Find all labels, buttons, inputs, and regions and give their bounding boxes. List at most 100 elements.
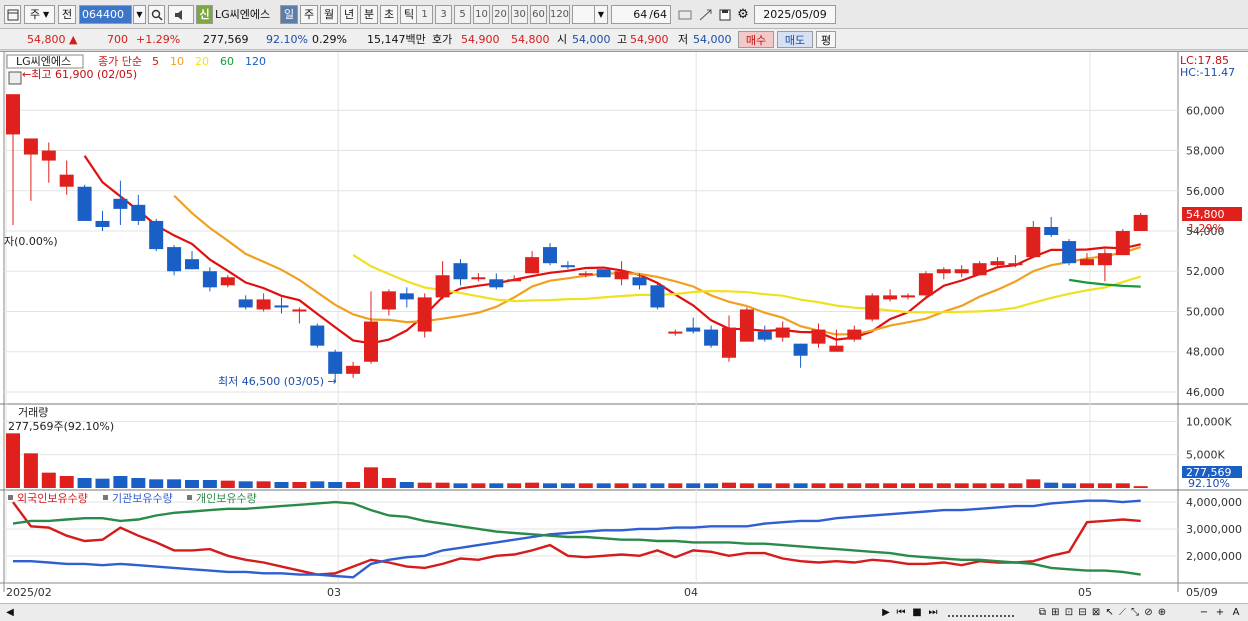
volume-bar [1026, 479, 1041, 488]
interval-tab-3[interactable]: 3 [435, 5, 452, 24]
zoom-slider[interactable] [948, 605, 1014, 617]
volume-bar [775, 483, 790, 488]
bookmark-icon[interactable] [676, 5, 694, 24]
period-tab-4[interactable]: 분 [360, 5, 378, 24]
candle-body [113, 198, 128, 209]
search-icon[interactable] [148, 5, 165, 24]
x-label-0: 2025/02 [6, 586, 52, 599]
drawing-icon[interactable] [697, 5, 715, 24]
interval-tab-10[interactable]: 10 [473, 5, 490, 24]
volume-bar [238, 481, 253, 488]
stop-icon[interactable]: ■ [910, 605, 924, 620]
volume-bar [310, 481, 325, 488]
zoom-in-icon[interactable]: + [1214, 605, 1226, 620]
volume-tick-0: 10,000K [1186, 415, 1232, 428]
period-tab-2[interactable]: 월 [320, 5, 338, 24]
stock-name: LG씨엔에스 [215, 8, 271, 21]
candle-body [632, 277, 647, 286]
holding-title-1: 기관보유수량 [112, 492, 173, 505]
candle-body [650, 285, 665, 308]
interval-tab-20[interactable]: 20 [492, 5, 509, 24]
gear-icon[interactable]: ⚙ [734, 5, 752, 24]
candle-body [310, 325, 325, 346]
change-pct: +1.29% [136, 33, 181, 46]
period-tab-5[interactable]: 초 [380, 5, 398, 24]
volume-bar [41, 472, 56, 488]
candle-body [901, 295, 915, 298]
calendar-icon [8, 71, 22, 85]
speaker-icon[interactable] [168, 5, 194, 24]
high-price: 54,900 [630, 33, 669, 46]
candle-body [364, 321, 378, 362]
holding-tick-0: 4,000,000 [1186, 496, 1242, 509]
interval-tab-30[interactable]: 30 [511, 5, 528, 24]
volume-title: 거래량 [18, 406, 48, 419]
candle-body [811, 329, 826, 344]
interval-tab-120[interactable]: 120 [549, 5, 570, 24]
volume-bar [1044, 482, 1059, 488]
volume-bar [704, 483, 719, 488]
buy-button[interactable]: 매수 [738, 31, 774, 48]
candle-body [1080, 259, 1094, 266]
count-input[interactable]: 64/64 [611, 5, 671, 24]
save-icon[interactable] [716, 5, 734, 24]
interval-dropdown[interactable]: ▼ [594, 5, 608, 24]
stock-code-input[interactable]: 064400 [79, 5, 132, 24]
candle-body [471, 277, 486, 280]
candle-body [793, 343, 808, 356]
volume-bar [149, 479, 164, 488]
interval-tab-1[interactable]: 1 [416, 5, 433, 24]
volume-bar [811, 483, 826, 488]
period-tab-0[interactable]: 일 [280, 5, 298, 24]
stock-chart[interactable]: 60,00058,00056,00054,00052,00050,00048,0… [0, 52, 1248, 604]
candle-body [936, 269, 951, 274]
code-dropdown[interactable]: ▼ [133, 5, 146, 24]
candle-body [596, 269, 611, 278]
period-type-label: 주 [29, 8, 40, 21]
candle-body [775, 327, 790, 338]
prev-select[interactable]: 전 [58, 5, 76, 24]
volume-bar [131, 478, 146, 488]
volume-bar [274, 482, 289, 488]
candle-body [274, 305, 289, 308]
interval-tab-5[interactable]: 5 [454, 5, 471, 24]
holding-marker [187, 495, 192, 500]
period-tab-3[interactable]: 년 [340, 5, 358, 24]
volume-bar [650, 483, 665, 488]
candle-body [149, 220, 164, 250]
font-size-icon[interactable]: A [1230, 605, 1242, 620]
volume-bar [507, 483, 522, 488]
interval-tab-60[interactable]: 60 [530, 5, 547, 24]
volume-bar [543, 483, 557, 488]
date-input[interactable]: 2025/05/09 [754, 5, 836, 24]
volume-bar [883, 483, 898, 488]
volume-bar [847, 483, 862, 488]
candle-body [614, 271, 629, 280]
first-icon[interactable]: ⏮ [894, 605, 908, 620]
period-type-select[interactable]: 주 ▼ [24, 5, 55, 24]
candle-body [1133, 214, 1148, 231]
candle-body [1026, 226, 1041, 258]
eval-button[interactable]: 평 [816, 31, 836, 48]
x-label-1: 03 [327, 586, 341, 599]
candle-body [525, 257, 540, 274]
volume-bar [59, 476, 74, 488]
zoom-out-icon[interactable]: − [1198, 605, 1210, 620]
volume-bar [525, 482, 540, 488]
volume-bar [1062, 483, 1077, 488]
chart-menu-icon[interactable] [4, 5, 21, 24]
volume-bar [489, 483, 504, 488]
period-tab-1[interactable]: 주 [300, 5, 318, 24]
turnover-pct: 0.29% [312, 33, 347, 46]
x-label-2: 04 [684, 586, 698, 599]
last-icon[interactable]: ⏭ [926, 605, 940, 620]
candle-body [757, 331, 772, 340]
chart-area[interactable]: 60,000 58,000 56,000 54,000 52,000 50,000 48,0… [0, 51, 1248, 604]
low-annotation: 최저 46,500 (03/05) → [218, 375, 337, 388]
chart-tools-icons[interactable]: ⧉ ⊞ ⊡ ⊟ ⊠ ↖ ⟋ ⤡ ⊘ ⊕ [1018, 605, 1188, 620]
play-icon[interactable]: ▶ [880, 605, 892, 620]
x-label-4: 05/09 [1186, 586, 1218, 599]
scroll-left-icon[interactable]: ◀ [4, 605, 16, 620]
sell-button[interactable]: 매도 [777, 31, 813, 48]
ratio-label: 자(0.00%) [4, 235, 58, 248]
